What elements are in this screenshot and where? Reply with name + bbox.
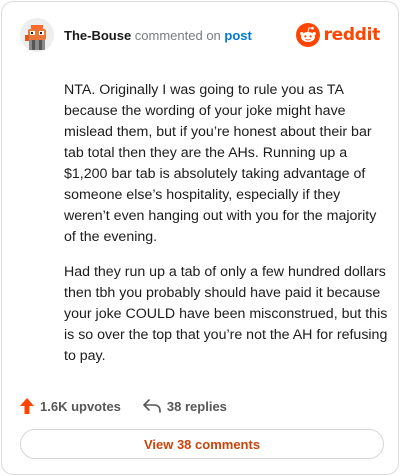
comment-paragraph: Had they run up a tab of only a few hund…: [64, 264, 388, 364]
username[interactable]: The-Bouse: [64, 28, 131, 43]
reply-count: 38 replies: [166, 398, 227, 414]
comment-body: NTA. Originally I was going to rule you …: [64, 80, 389, 381]
reddit-logo[interactable]: reddit: [295, 22, 381, 48]
user-avatar[interactable]: [20, 18, 54, 52]
reddit-wordmark: reddit: [323, 25, 381, 45]
header-text: The-Bouse commented on post: [64, 28, 252, 43]
post-link[interactable]: post: [224, 28, 251, 43]
comment-actions: 1.6K upvotes 38 replies: [20, 395, 249, 417]
upvote-button[interactable]: 1.6K upvotes: [20, 398, 121, 414]
avatar-icon: [20, 18, 54, 52]
upvote-count: 1.6K upvotes: [40, 398, 121, 414]
comment-header: The-Bouse commented on post reddit: [20, 18, 382, 54]
replies-button[interactable]: 38 replies: [143, 399, 227, 414]
commented-on-label: commented on: [134, 28, 221, 43]
comment-card: The-Bouse commented on post reddit NTA. …: [1, 1, 399, 475]
comment-paragraph: NTA. Originally I was going to rule you …: [64, 82, 377, 245]
view-comments-button[interactable]: View 38 comments: [20, 429, 384, 459]
reddit-snoo-icon: [295, 23, 320, 47]
reply-arrow-icon: [143, 399, 161, 413]
upvote-arrow-icon: [20, 398, 34, 414]
